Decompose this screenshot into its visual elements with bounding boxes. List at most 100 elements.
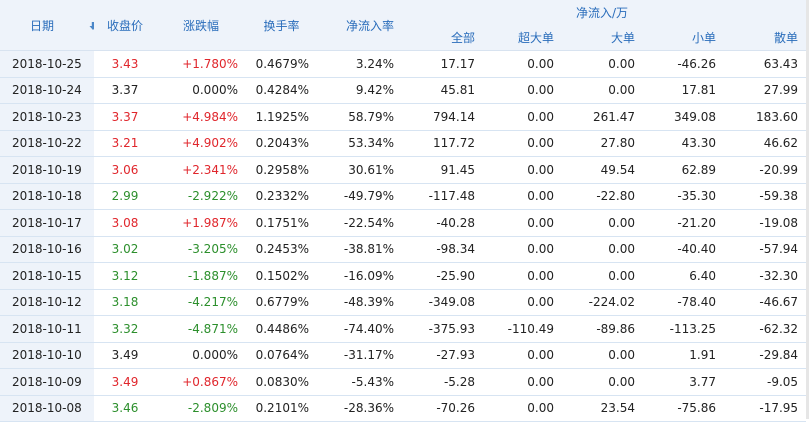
cell-turnover: 0.2958% [246, 156, 317, 184]
table-row[interactable]: 2018-10-10 3.49 0.000% 0.0764% -31.17% -27.93… [0, 342, 807, 369]
table-row[interactable]: 2018-10-25 3.43 +1.780% 0.4679% 3.24% 17.17 0.… [0, 50, 807, 78]
cell-change: -1.887% [156, 262, 246, 290]
table-row[interactable]: 2018-10-09 3.49 +0.867% 0.0830% -5.43% -5.28 0… [0, 368, 807, 396]
cell-turnover: 0.2332% [246, 183, 317, 210]
column-header-change[interactable]: 涨跌幅 [156, 0, 246, 51]
cell-change: -4.217% [156, 289, 246, 316]
cell-small: -78.40 [643, 289, 724, 316]
cell-date: 2018-10-19 [0, 156, 94, 184]
cell-retail: -20.99 [724, 156, 807, 184]
cell-turnover: 0.0764% [246, 342, 317, 369]
cell-retail: 183.60 [724, 103, 807, 131]
cell-large: 0.00 [562, 50, 643, 78]
cell-small: 1.91 [643, 342, 724, 369]
cell-small: 3.77 [643, 368, 724, 396]
cell-large: 0.00 [562, 368, 643, 396]
column-header-small[interactable]: 小单 [643, 25, 724, 51]
table-header: 日期 收盘价 涨跌幅 换手率 净流入率 净流入/万 全部 超大单 大单 小单 散… [0, 0, 807, 51]
cell-date: 2018-10-16 [0, 236, 94, 263]
cell-small: -46.26 [643, 50, 724, 78]
cell-super-large: 0.00 [483, 368, 562, 396]
column-header-date[interactable]: 日期 [0, 0, 94, 51]
cell-turnover: 0.4679% [246, 50, 317, 78]
cell-small: -35.30 [643, 183, 724, 210]
table-row[interactable]: 2018-10-16 3.02 -3.205% 0.2453% -38.81% -98.3… [0, 236, 807, 263]
cell-change: +4.902% [156, 130, 246, 157]
column-header-total[interactable]: 全部 [402, 25, 483, 51]
sort-down-icon[interactable] [88, 21, 94, 31]
cell-close: 3.12 [94, 262, 156, 290]
column-header-close[interactable]: 收盘价 [94, 0, 156, 51]
cell-large: 0.00 [562, 262, 643, 290]
table-row[interactable]: 2018-10-24 3.37 0.000% 0.4284% 9.42% 45.81 0.0… [0, 77, 807, 104]
cell-retail: -57.94 [724, 236, 807, 263]
cell-change: +2.341% [156, 156, 246, 184]
cell-small: -113.25 [643, 315, 724, 343]
table-row[interactable]: 2018-10-18 2.99 -2.922% 0.2332% -49.79% -117.… [0, 183, 807, 210]
table-row[interactable]: 2018-10-11 3.32 -4.871% 0.4486% -74.40% -375.… [0, 315, 807, 343]
cell-total: 794.14 [402, 103, 483, 131]
cell-retail: -9.05 [724, 368, 807, 396]
cell-change: -3.205% [156, 236, 246, 263]
cell-total: 91.45 [402, 156, 483, 184]
column-header-super-large[interactable]: 超大单 [483, 25, 562, 51]
fund-flow-table-container: 日期 收盘价 涨跌幅 换手率 净流入率 净流入/万 全部 超大单 大单 小单 散… [0, 0, 809, 422]
cell-total: 117.72 [402, 130, 483, 157]
cell-super-large: 0.00 [483, 103, 562, 131]
cell-large: 0.00 [562, 342, 643, 369]
cell-turnover: 0.1502% [246, 262, 317, 290]
column-header-retail[interactable]: 散单 [724, 25, 807, 51]
table-row[interactable]: 2018-10-17 3.08 +1.987% 0.1751% -22.54% -40.2… [0, 209, 807, 237]
cell-date: 2018-10-23 [0, 103, 94, 131]
cell-total: -70.26 [402, 395, 483, 422]
cell-total: -117.48 [402, 183, 483, 210]
cell-date: 2018-10-08 [0, 395, 94, 422]
cell-close: 3.08 [94, 209, 156, 237]
cell-total: -25.90 [402, 262, 483, 290]
cell-net-rate: -49.79% [317, 183, 402, 210]
cell-change: -2.809% [156, 395, 246, 422]
cell-net-rate: -38.81% [317, 236, 402, 263]
cell-date: 2018-10-12 [0, 289, 94, 316]
table-row[interactable]: 2018-10-08 3.46 -2.809% 0.2101% -28.36% -70.2… [0, 395, 807, 422]
table-row[interactable]: 2018-10-22 3.21 +4.902% 0.2043% 53.34% 117.72… [0, 130, 807, 157]
column-header-large[interactable]: 大单 [562, 25, 643, 51]
table-row[interactable]: 2018-10-15 3.12 -1.887% 0.1502% -16.09% -25.9… [0, 262, 807, 290]
cell-close: 3.18 [94, 289, 156, 316]
cell-change: 0.000% [156, 342, 246, 369]
table-row[interactable]: 2018-10-19 3.06 +2.341% 0.2958% 30.61% 91.45 0… [0, 156, 807, 184]
cell-turnover: 0.4486% [246, 315, 317, 343]
cell-change: -4.871% [156, 315, 246, 343]
cell-retail: -17.95 [724, 395, 807, 422]
cell-large: 0.00 [562, 236, 643, 263]
table-row[interactable]: 2018-10-12 3.18 -4.217% 0.6779% -48.39% -349.… [0, 289, 807, 316]
column-header-net-rate[interactable]: 净流入率 [317, 0, 402, 51]
cell-small: 62.89 [643, 156, 724, 184]
cell-date: 2018-10-18 [0, 183, 94, 210]
column-header-turnover[interactable]: 换手率 [246, 0, 317, 51]
cell-large: 27.80 [562, 130, 643, 157]
cell-small: -75.86 [643, 395, 724, 422]
cell-total: -98.34 [402, 236, 483, 263]
cell-super-large: 0.00 [483, 342, 562, 369]
cell-change: 0.000% [156, 77, 246, 104]
cell-turnover: 0.6779% [246, 289, 317, 316]
cell-date: 2018-10-10 [0, 342, 94, 369]
cell-close: 3.32 [94, 315, 156, 343]
cell-close: 3.46 [94, 395, 156, 422]
cell-retail: -29.84 [724, 342, 807, 369]
cell-total: -349.08 [402, 289, 483, 316]
cell-close: 2.99 [94, 183, 156, 210]
cell-small: -40.40 [643, 236, 724, 263]
cell-super-large: -110.49 [483, 315, 562, 343]
cell-change: +1.987% [156, 209, 246, 237]
cell-large: -22.80 [562, 183, 643, 210]
cell-total: 45.81 [402, 77, 483, 104]
cell-net-rate: -16.09% [317, 262, 402, 290]
cell-large: -89.86 [562, 315, 643, 343]
cell-super-large: 0.00 [483, 156, 562, 184]
cell-net-rate: 30.61% [317, 156, 402, 184]
cell-super-large: 0.00 [483, 236, 562, 263]
column-header-date-label: 日期 [30, 18, 55, 33]
table-row[interactable]: 2018-10-23 3.37 +4.984% 1.1925% 58.79% 794.14… [0, 103, 807, 131]
